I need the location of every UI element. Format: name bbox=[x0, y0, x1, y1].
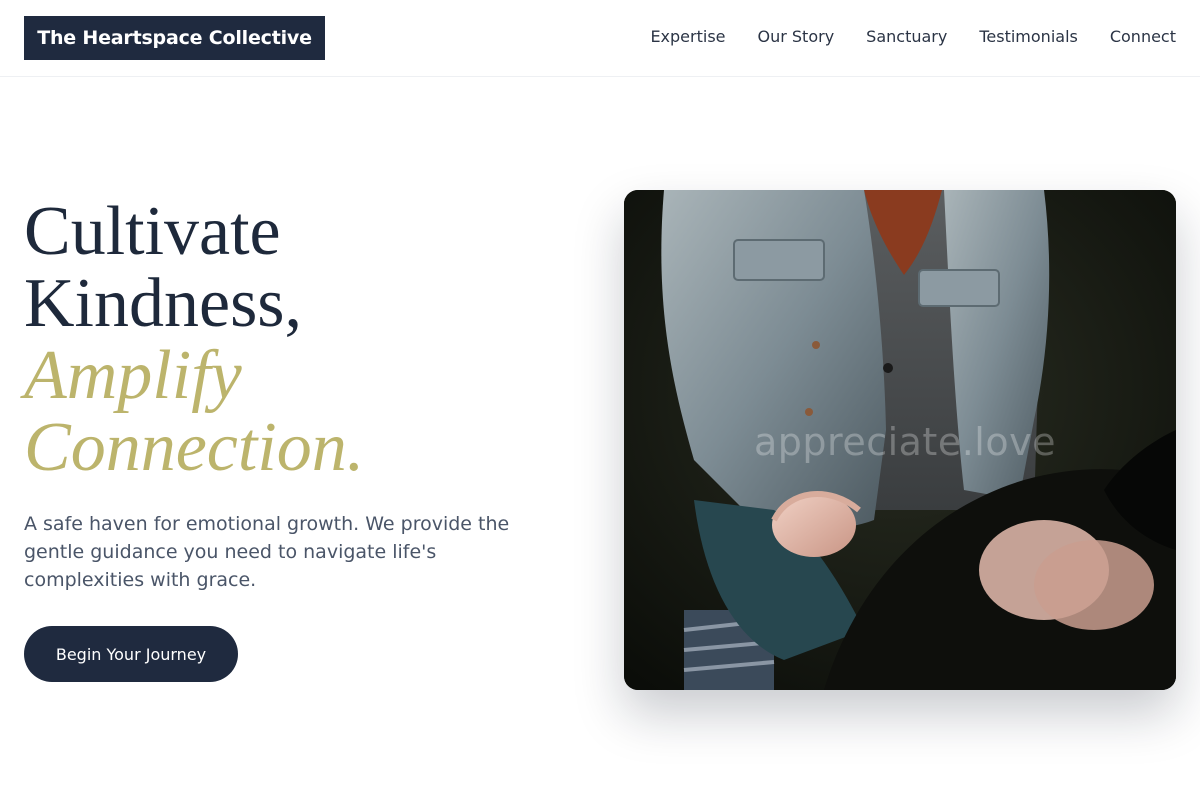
hero-subtitle: A safe haven for emotional growth. We pr… bbox=[24, 513, 510, 591]
headline-line-3: Amplify bbox=[24, 337, 242, 414]
nav-link-our-story[interactable]: Our Story bbox=[758, 26, 835, 48]
hero-headline: Cultivate Kindness, Amplify Connection. bbox=[24, 196, 584, 484]
brand-logo[interactable]: The Heartspace Collective bbox=[24, 16, 325, 60]
nav-link-sanctuary[interactable]: Sanctuary bbox=[866, 26, 947, 48]
nav-link-expertise[interactable]: Expertise bbox=[650, 26, 725, 48]
site-header: The Heartspace Collective Expertise Our … bbox=[0, 0, 1200, 77]
begin-journey-button[interactable]: Begin Your Journey bbox=[24, 626, 238, 682]
headline-line-4: Connection. bbox=[24, 409, 365, 486]
main-nav: Expertise Our Story Sanctuary Testimonia… bbox=[650, 26, 1176, 48]
headline-line-2: Kindness, bbox=[24, 265, 303, 342]
photo-watermark: appreciate.love bbox=[754, 420, 1056, 464]
nav-link-testimonials[interactable]: Testimonials bbox=[979, 26, 1078, 48]
hero-photo: appreciate.love bbox=[624, 190, 1176, 690]
headline-line-1: Cultivate bbox=[24, 193, 281, 270]
nav-link-connect[interactable]: Connect bbox=[1110, 26, 1176, 48]
hero-text: Cultivate Kindness, Amplify Connection. bbox=[24, 196, 584, 484]
